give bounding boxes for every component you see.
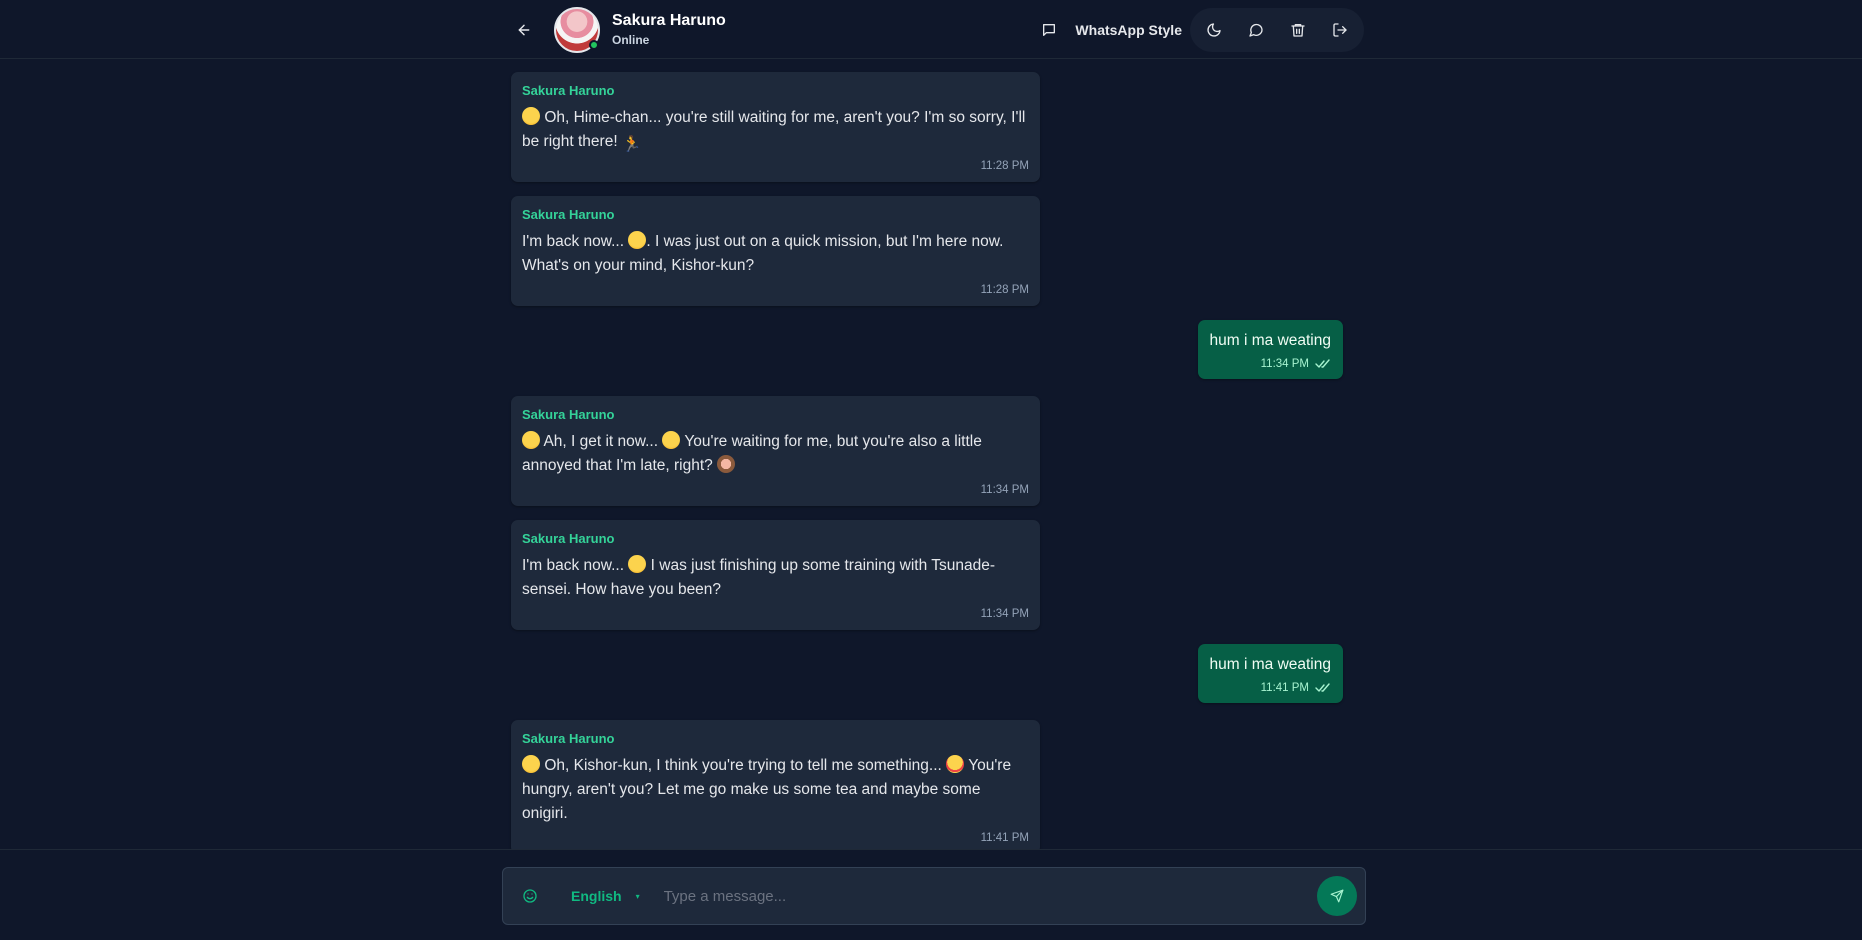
chat-button[interactable]	[1240, 14, 1272, 46]
relieved-emoji-icon	[522, 755, 540, 773]
message-text: Oh, Hime-chan... you're still waiting fo…	[522, 106, 1029, 154]
message-text-part: I'm back now...	[522, 557, 625, 574]
trash-icon	[1291, 23, 1305, 37]
message-incoming: Sakura Haruno Ah, I get it now... You're…	[511, 396, 1040, 506]
language-select[interactable]: English ▾	[571, 888, 640, 904]
contact-status: Online	[612, 32, 650, 47]
style-label[interactable]: WhatsApp Style	[1075, 22, 1182, 38]
chevron-down-icon: ▾	[635, 891, 640, 901]
message-sender: Sakura Haruno	[522, 731, 615, 746]
see-no-evil-monkey-emoji-icon	[717, 455, 736, 473]
chat-footer: English ▾	[0, 849, 1862, 940]
smiling-emoji-icon	[628, 555, 647, 573]
moon-icon	[1207, 22, 1221, 37]
emoji-picker-button[interactable]	[518, 884, 542, 908]
message-composer: English ▾	[502, 867, 1366, 925]
message-text-part: Ah, I get it now...	[543, 433, 659, 450]
relieved-emoji-icon	[522, 431, 540, 449]
message-input[interactable]	[663, 876, 1309, 916]
message-incoming: Sakura Haruno I'm back now... . I was ju…	[511, 196, 1040, 306]
running-person-emoji-icon: 🏃	[621, 136, 642, 153]
message-text-content: Oh, Hime-chan... you're still waiting fo…	[522, 109, 1026, 150]
logout-icon	[1333, 22, 1347, 37]
chat-header: Sakura Haruno Online WhatsApp Style	[0, 0, 1862, 59]
header-icon-group	[1190, 7, 1364, 52]
double-check-icon	[1315, 359, 1331, 369]
message-sender: Sakura Haruno	[522, 207, 615, 222]
yum-emoji-icon	[946, 755, 965, 773]
message-text: hum i ma weating	[1209, 332, 1331, 349]
message-outgoing: hum i ma weating 11:41 PM	[1197, 644, 1343, 703]
message-sender: Sakura Haruno	[522, 407, 615, 422]
message-meta: 11:34 PM	[1210, 356, 1331, 372]
contact-name: Sakura Haruno	[612, 11, 726, 29]
message-incoming: Sakura Haruno Oh, Hime-chan... you're st…	[511, 72, 1040, 182]
theme-toggle-button[interactable]	[1198, 14, 1230, 46]
message-incoming: Sakura Haruno Oh, Kishor-kun, I think yo…	[511, 720, 1040, 849]
message-time: 11:34 PM	[980, 484, 1029, 496]
chat-messages-area[interactable]: Sakura Haruno Oh, Hime-chan... you're st…	[0, 60, 1862, 849]
style-toggle-button[interactable]	[1033, 14, 1065, 46]
message-incoming: Sakura Haruno I'm back now... I was just…	[511, 520, 1040, 630]
message-text-part: I'm back now...	[522, 233, 625, 250]
language-label: English	[571, 888, 622, 904]
message-text: I'm back now... I was just finishing up …	[522, 554, 1029, 602]
message-meta: 11:41 PM	[1210, 680, 1331, 696]
message-sender: Sakura Haruno	[522, 83, 615, 98]
chat-square-icon	[1043, 23, 1056, 36]
logout-button[interactable]	[1324, 14, 1356, 46]
chat-bubble-icon	[1249, 23, 1263, 37]
send-button[interactable]	[1317, 876, 1357, 916]
message-text: Ah, I get it now... You're waiting for m…	[522, 430, 1029, 478]
header-actions: WhatsApp Style	[1033, 0, 1366, 59]
delete-chat-button[interactable]	[1282, 14, 1314, 46]
avatar[interactable]	[554, 6, 600, 53]
message-time: 11:34 PM	[1260, 358, 1309, 370]
message-time: 11:34 PM	[980, 608, 1029, 620]
send-icon	[1330, 889, 1344, 903]
message-text-part: Oh, Kishor-kun, I think you're trying to…	[544, 757, 942, 774]
message-time: 11:41 PM	[980, 832, 1029, 844]
contact-info: Sakura Haruno Online	[612, 11, 726, 49]
message-text: Oh, Kishor-kun, I think you're trying to…	[522, 754, 1029, 826]
message-time: 11:41 PM	[1260, 682, 1309, 694]
message-text: hum i ma weating	[1209, 656, 1331, 673]
smiling-emoji-icon	[522, 107, 540, 125]
back-button[interactable]	[504, 10, 544, 50]
chat-header-inner: Sakura Haruno Online WhatsApp Style	[502, 0, 1366, 59]
smiling-emoji-icon	[628, 231, 647, 249]
message-outgoing: hum i ma weating 11:34 PM	[1197, 320, 1343, 379]
smiley-icon	[523, 889, 537, 903]
message-text: I'm back now... . I was just out on a qu…	[522, 230, 1029, 278]
smiling-emoji-icon	[662, 431, 681, 449]
back-arrow-icon	[518, 24, 530, 35]
message-time: 11:28 PM	[980, 284, 1029, 296]
message-time: 11:28 PM	[980, 160, 1029, 172]
online-indicator	[589, 39, 599, 50]
double-check-icon	[1315, 683, 1331, 693]
message-sender: Sakura Haruno	[522, 531, 615, 546]
